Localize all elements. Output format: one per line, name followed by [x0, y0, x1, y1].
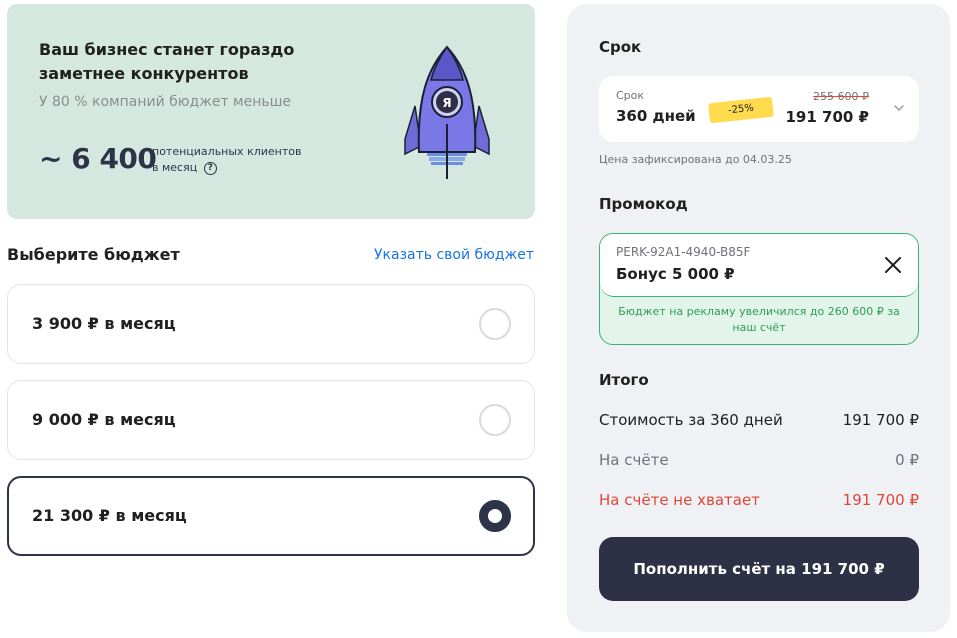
- summary-section-title: Итого: [599, 371, 649, 389]
- potential-clients-number: ~ 6 400: [39, 142, 157, 175]
- price-new: 191 700 ₽: [785, 108, 869, 126]
- promo-success-message: Бюджет на рекламу увеличился до 260 600 …: [618, 305, 900, 334]
- close-icon[interactable]: [884, 256, 902, 274]
- price-fixed-note: Цена зафиксирована до 04.03.25: [599, 153, 792, 166]
- price-old: 255 600 ₽: [813, 90, 869, 103]
- budget-option-label: 9 000 ₽ в месяц: [32, 410, 176, 429]
- rocket-icon: Я: [404, 45, 490, 179]
- term-section-title: Срок: [599, 38, 642, 56]
- promo-banner: Ваш бизнес станет гораздо заметнее конку…: [7, 4, 535, 219]
- promo-code-field: PERK-92A1-4940-B85F Бонус 5 000 ₽ Бюджет…: [599, 233, 919, 345]
- summary-value: 191 700 ₽: [842, 491, 919, 509]
- custom-budget-link[interactable]: Указать свой бюджет: [374, 247, 534, 263]
- chevron-down-icon: [894, 105, 904, 112]
- summary-value: 191 700 ₽: [842, 411, 919, 429]
- summary-label: На счёте не хватает: [599, 491, 760, 509]
- caption-line-2: в месяц ?: [152, 160, 301, 176]
- term-select[interactable]: Срок 360 дней -25% 255 600 ₽ 191 700 ₽: [599, 76, 919, 142]
- banner-title: Ваш бизнес станет гораздо заметнее конку…: [39, 40, 295, 83]
- budget-option-radio-selected[interactable]: [479, 500, 511, 532]
- promo-code-text: PERK-92A1-4940-B85F: [616, 245, 751, 259]
- summary-value: 0 ₽: [895, 451, 919, 469]
- top-up-button[interactable]: Пополнить счёт на 191 700 ₽: [599, 537, 919, 601]
- budget-option-radio[interactable]: [479, 308, 511, 340]
- budget-option-label: 21 300 ₽ в месяц: [32, 506, 187, 525]
- potential-clients-caption: потенциальных клиентов в месяц ?: [152, 144, 301, 176]
- budget-option-radio[interactable]: [479, 404, 511, 436]
- summary-label: На счёте: [599, 451, 669, 469]
- promo-section-title: Промокод: [599, 195, 688, 213]
- budget-section-title: Выберите бюджет: [7, 245, 180, 264]
- caption-line-2-text: в месяц: [152, 161, 198, 174]
- discount-badge: -25%: [708, 96, 774, 124]
- promo-code-input[interactable]: PERK-92A1-4940-B85F Бонус 5 000 ₽: [600, 234, 918, 297]
- budget-option-21300[interactable]: 21 300 ₽ в месяц: [7, 476, 535, 556]
- info-icon[interactable]: ?: [203, 161, 217, 175]
- budget-option-label: 3 900 ₽ в месяц: [32, 314, 176, 333]
- term-small-label: Срок: [616, 89, 645, 102]
- summary-label: Стоимость за 360 дней: [599, 411, 783, 429]
- caption-line-1: потенциальных клиентов: [152, 145, 302, 158]
- term-value: 360 дней: [616, 107, 696, 125]
- budget-option-9000[interactable]: 9 000 ₽ в месяц: [7, 380, 535, 460]
- banner-subtitle: У 80 % компаний бюджет меньше: [39, 94, 292, 110]
- promo-bonus-value: Бонус 5 000 ₽: [616, 265, 735, 283]
- rocket-badge: Я: [442, 96, 451, 110]
- order-summary-panel: Срок Срок 360 дней -25% 255 600 ₽ 191 70…: [567, 4, 950, 632]
- budget-option-3900[interactable]: 3 900 ₽ в месяц: [7, 284, 535, 364]
